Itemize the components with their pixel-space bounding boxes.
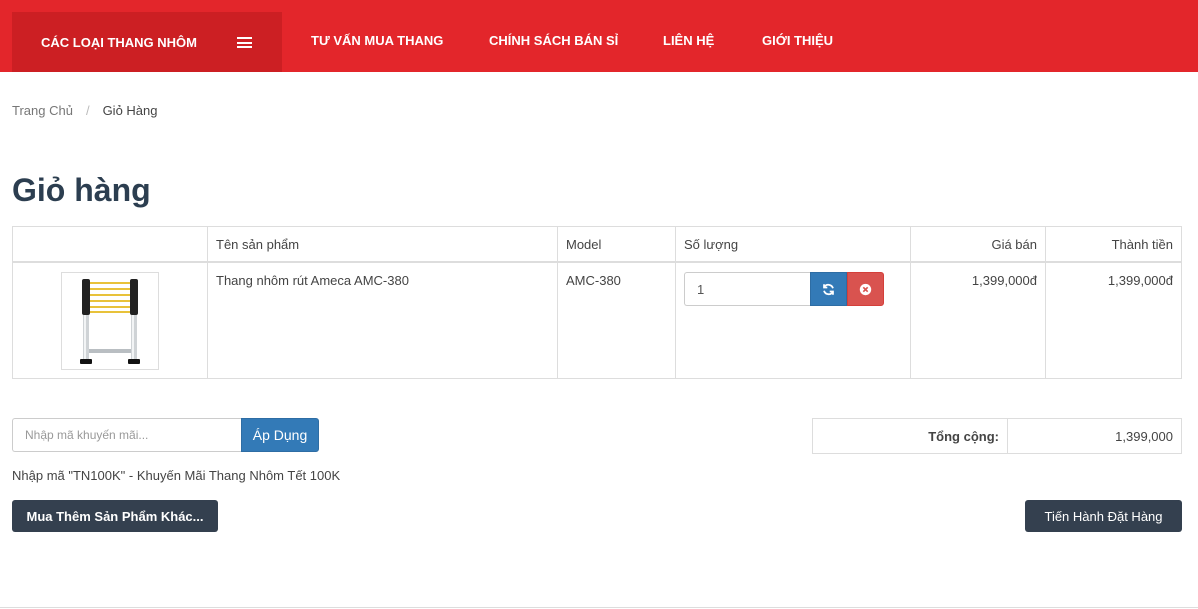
nav-item-tu-van[interactable]: TƯ VẤN MUA THANG [311,0,443,72]
header-model: Model [557,226,676,263]
cart-table: Tên sản phẩm Model Số lượng Giá bán Thàn… [12,226,1182,379]
nav-item-gioi-thieu[interactable]: GIỚI THIỆU [762,0,833,72]
update-quantity-button[interactable] [810,272,847,306]
product-price: 1,399,000đ [910,261,1046,379]
top-navbar: CÁC LOẠI THANG NHÔM TƯ VẤN MUA THANG CHÍ… [0,0,1198,72]
header-total: Thành tiền [1045,226,1182,263]
totals-value: 1,399,000 [1007,418,1182,454]
product-image-cell [12,261,208,379]
coupon-input[interactable] [12,418,241,452]
product-line-total: 1,399,000đ [1045,261,1182,379]
product-name[interactable]: Thang nhôm rút Ameca AMC-380 [207,261,558,379]
nav-item-lien-he[interactable]: LIÊN HỆ [663,0,714,72]
breadcrumb-home-link[interactable]: Trang Chủ [12,103,73,118]
page-title: Giỏ hàng [12,172,151,208]
cart-table-header: Tên sản phẩm Model Số lượng Giá bán Thàn… [12,226,1182,263]
totals-table: Tổng cộng: 1,399,000 [812,418,1182,454]
table-row: Thang nhôm rút Ameca AMC-380 AMC-380 1 1… [12,261,1182,379]
quantity-control [684,272,902,306]
breadcrumb: Trang Chủ / Giỏ Hàng [12,103,157,118]
quantity-input[interactable] [684,272,810,306]
totals-row: Tổng cộng: 1,399,000 [812,418,1182,454]
promo-note: Nhập mã "TN100K" - Khuyến Mãi Thang Nhôm… [12,468,341,483]
nav-item-chinh-sach[interactable]: CHÍNH SÁCH BÁN SỈ [489,0,618,72]
checkout-button[interactable]: Tiến Hành Đặt Hàng [1025,500,1182,532]
remove-item-button[interactable] [847,272,884,306]
header-price: Giá bán [910,226,1046,263]
product-model: AMC-380 [557,261,676,379]
header-name: Tên sản phẩm [207,226,558,263]
category-menu-button[interactable]: CÁC LOẠI THANG NHÔM [12,12,282,72]
hamburger-icon [237,37,252,48]
category-menu-label: CÁC LOẠI THANG NHÔM [41,34,197,50]
product-thumbnail[interactable] [61,272,159,370]
continue-shopping-button[interactable]: Mua Thêm Sản Phẩm Khác... [12,500,218,532]
header-quantity: Số lượng [675,226,911,263]
breadcrumb-separator: / [85,103,90,118]
header-image [12,226,208,263]
apply-coupon-button[interactable]: Áp Dụng [241,418,319,452]
refresh-icon [823,283,834,295]
quantity-cell [675,261,911,379]
ladder-image-icon [80,279,140,364]
remove-circle-icon [859,283,872,295]
totals-label: Tổng cộng: [812,418,1008,454]
footer-divider [0,607,1198,608]
breadcrumb-current: Giỏ Hàng [102,103,158,118]
